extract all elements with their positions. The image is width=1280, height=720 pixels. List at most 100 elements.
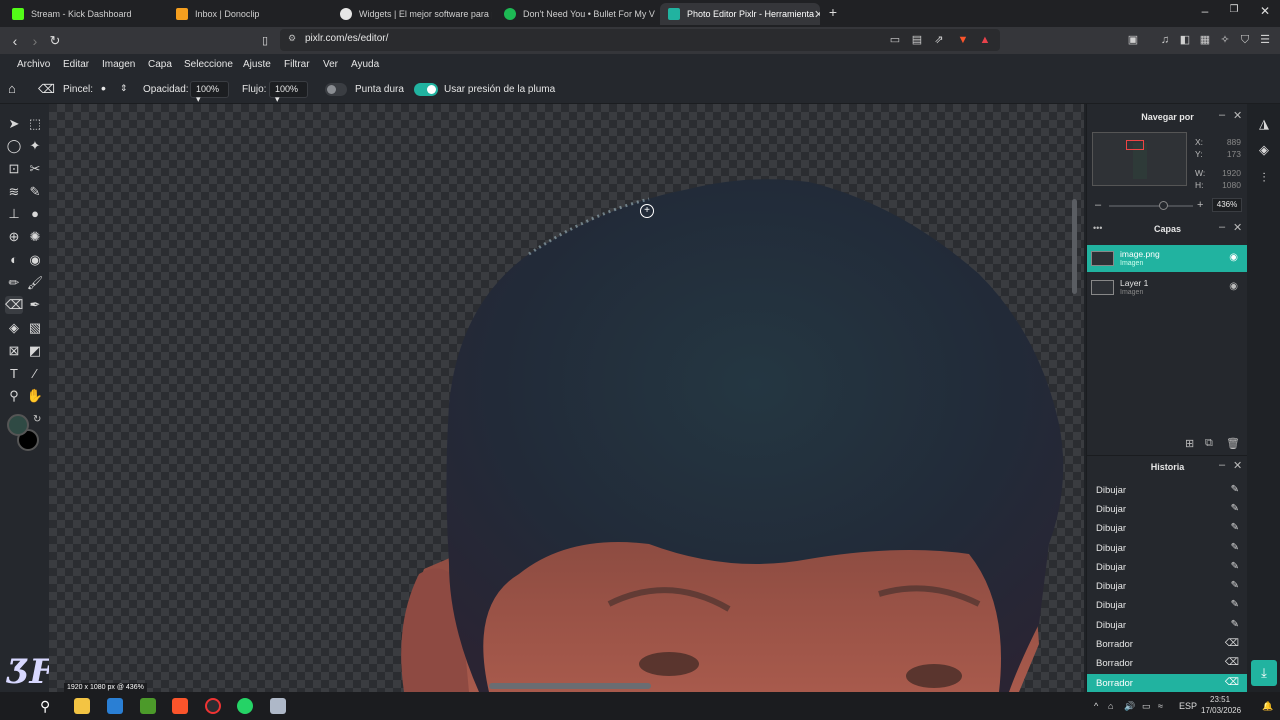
close-window-button[interactable]: ✕ xyxy=(1250,4,1280,22)
navigator-minimize-icon[interactable]: – xyxy=(1219,109,1225,121)
history-item-current[interactable]: Borrador ⌫ xyxy=(1087,674,1248,693)
store-icon[interactable] xyxy=(107,698,123,714)
delete-layer-icon[interactable]: 🗑 xyxy=(1226,437,1240,450)
navigator-close-icon[interactable]: ✕ xyxy=(1233,109,1242,122)
brush-tool-icon[interactable]: 🖌 xyxy=(26,274,44,292)
swap-colors-icon[interactable]: ↻ xyxy=(33,414,41,425)
smart-brush-icon[interactable]: ✒ xyxy=(26,296,44,314)
shape-tool-icon[interactable]: ⊠ xyxy=(5,342,23,360)
add-layer-icon[interactable]: ⊞ xyxy=(1185,437,1194,450)
cutout-tool-icon[interactable]: ✂ xyxy=(26,160,44,178)
zoom-slider-handle[interactable] xyxy=(1159,201,1168,210)
history-item[interactable]: Dibujar ✎ xyxy=(1087,577,1248,596)
brush-size-dot[interactable]: • xyxy=(101,80,106,96)
history-item[interactable]: Borrador ⌫ xyxy=(1087,654,1248,673)
menu-filtrar[interactable]: Filtrar xyxy=(284,59,310,70)
brave-shield-icon[interactable]: ▼ xyxy=(956,33,970,47)
forward-button[interactable]: › xyxy=(25,31,45,51)
language-indicator[interactable]: ESP xyxy=(1179,701,1197,711)
back-button[interactable]: ‹ xyxy=(5,31,25,51)
canvas-area[interactable]: + 1920 x 1080 px @ 436% xyxy=(49,104,1084,692)
layers-minimize-icon[interactable]: – xyxy=(1219,221,1225,233)
hard-tip-toggle[interactable] xyxy=(325,83,347,96)
marquee-tool-icon[interactable]: ⬚ xyxy=(26,115,44,133)
menu-icon[interactable]: ☰ xyxy=(1258,33,1272,47)
pen-pressure-toggle[interactable] xyxy=(414,83,438,96)
crop-tool-icon[interactable]: ⊡ xyxy=(5,160,23,178)
tab-donoclip[interactable]: Inbox | Donoclip xyxy=(168,3,328,25)
sticker-tool-icon[interactable]: ◩ xyxy=(26,342,44,360)
vertical-scrollbar[interactable] xyxy=(1072,199,1077,294)
lasso-tool-icon[interactable]: ◯ xyxy=(5,137,23,155)
menu-capa[interactable]: Capa xyxy=(148,59,172,70)
menu-archivo[interactable]: Archivo xyxy=(17,59,50,70)
sponge-tool-icon[interactable]: ✺ xyxy=(26,228,44,246)
history-item[interactable]: Dibujar ✎ xyxy=(1087,500,1248,519)
new-tab-button[interactable]: + xyxy=(818,4,848,22)
duplicate-layer-icon[interactable]: ⧉ xyxy=(1205,437,1213,450)
layers-close-icon[interactable]: ✕ xyxy=(1233,221,1242,234)
network-icon[interactable]: ⌂ xyxy=(1108,701,1113,711)
layer-row[interactable]: Layer 1 Imagen ◉ xyxy=(1087,274,1248,301)
home-icon[interactable]: ⌂ xyxy=(8,81,16,96)
brush-settings-icon[interactable]: ⇕ xyxy=(120,83,128,94)
site-info-icon[interactable]: ⚙ xyxy=(288,33,296,44)
contrast-tool-icon[interactable]: ◐ xyxy=(5,251,23,269)
whatsapp-icon[interactable] xyxy=(237,698,253,714)
horizontal-scrollbar[interactable] xyxy=(489,683,651,689)
zoom-in-icon[interactable]: + xyxy=(1197,199,1203,211)
menu-ver[interactable]: Ver xyxy=(323,59,338,70)
sidebar-toggle-icon[interactable]: ▣ xyxy=(1126,33,1140,47)
reload-button[interactable]: ↻ xyxy=(45,31,65,51)
menu-seleccione[interactable]: Seleccione xyxy=(184,59,233,70)
cast-icon[interactable]: ▭ xyxy=(888,33,902,47)
download-button[interactable]: ⤓ xyxy=(1251,660,1277,686)
tab-spotify[interactable]: Don't Need You • Bullet For My V xyxy=(496,3,656,25)
target-tool-icon[interactable]: ◉ xyxy=(26,251,44,269)
music-icon[interactable]: ♫ xyxy=(1158,33,1172,47)
history-panel-icon[interactable]: ⫶ xyxy=(1255,169,1273,187)
eye-icon[interactable]: ◉ xyxy=(1229,252,1238,263)
hand-tool-icon[interactable]: ✋ xyxy=(26,387,44,405)
tray-overflow-icon[interactable]: ^ xyxy=(1094,701,1098,711)
flow-select[interactable]: 100% ▾ xyxy=(269,81,308,104)
gradient-tool-icon[interactable]: ▧ xyxy=(26,319,44,337)
adjust-panel-icon[interactable]: ◮ xyxy=(1255,115,1273,133)
url-field[interactable]: ⚙ pixlr.com/es/editor/ ▭ ▤ ⇗ ▼ ▲ xyxy=(280,29,1000,51)
file-explorer-icon[interactable] xyxy=(74,698,90,714)
vpn-icon[interactable]: ⛉ xyxy=(1238,33,1252,47)
bookmark-icon[interactable]: ▯ xyxy=(255,31,275,51)
dodge-tool-icon[interactable]: ⊕ xyxy=(5,228,23,246)
history-item[interactable]: Dibujar ✎ xyxy=(1087,519,1248,538)
brave-rewards-icon[interactable]: ▲ xyxy=(978,33,992,47)
zoom-slider[interactable] xyxy=(1109,205,1193,207)
tab-kick[interactable]: Stream - Kick Dashboard xyxy=(4,3,166,25)
liquify-tool-icon[interactable]: ≋ xyxy=(5,183,23,201)
tab-widgets[interactable]: Widgets | El mejor software para pot xyxy=(332,3,492,25)
foreground-color-swatch[interactable] xyxy=(7,414,29,436)
brave-icon[interactable] xyxy=(172,698,188,714)
wallet-icon[interactable]: ▦ xyxy=(1198,33,1212,47)
obs-icon[interactable] xyxy=(205,698,221,714)
app-icon[interactable] xyxy=(270,698,286,714)
eraser-tool-icon[interactable]: ⌫ xyxy=(5,296,23,314)
text-tool-icon[interactable]: T xyxy=(5,365,23,383)
minimize-button[interactable]: – xyxy=(1190,4,1220,22)
menu-ajuste[interactable]: Ajuste xyxy=(243,59,271,70)
clone-stamp-icon[interactable]: ⊥ xyxy=(5,205,23,223)
menu-ayuda[interactable]: Ayuda xyxy=(351,59,379,70)
pencil-tool-icon[interactable]: ✏ xyxy=(5,274,23,292)
menu-editar[interactable]: Editar xyxy=(63,59,89,70)
ai-icon[interactable]: ✧ xyxy=(1218,33,1232,47)
history-item[interactable]: Dibujar ✎ xyxy=(1087,558,1248,577)
zoom-value[interactable]: 436% xyxy=(1212,198,1242,212)
layers-panel-icon[interactable]: ◈ xyxy=(1255,141,1273,159)
fill-tool-icon[interactable]: ◈ xyxy=(5,319,23,337)
tab-pixlr[interactable]: Photo Editor Pixlr - Herramienta ✕ xyxy=(660,3,820,25)
notifications-icon[interactable]: 🔔 xyxy=(1262,701,1273,712)
history-item[interactable]: Borrador ⌫ xyxy=(1087,635,1248,654)
eyedropper-icon[interactable]: ⁄ xyxy=(26,365,44,383)
clock-date[interactable]: 17/03/2026 xyxy=(1201,706,1241,715)
history-minimize-icon[interactable]: – xyxy=(1219,459,1225,471)
history-close-icon[interactable]: ✕ xyxy=(1233,459,1242,472)
